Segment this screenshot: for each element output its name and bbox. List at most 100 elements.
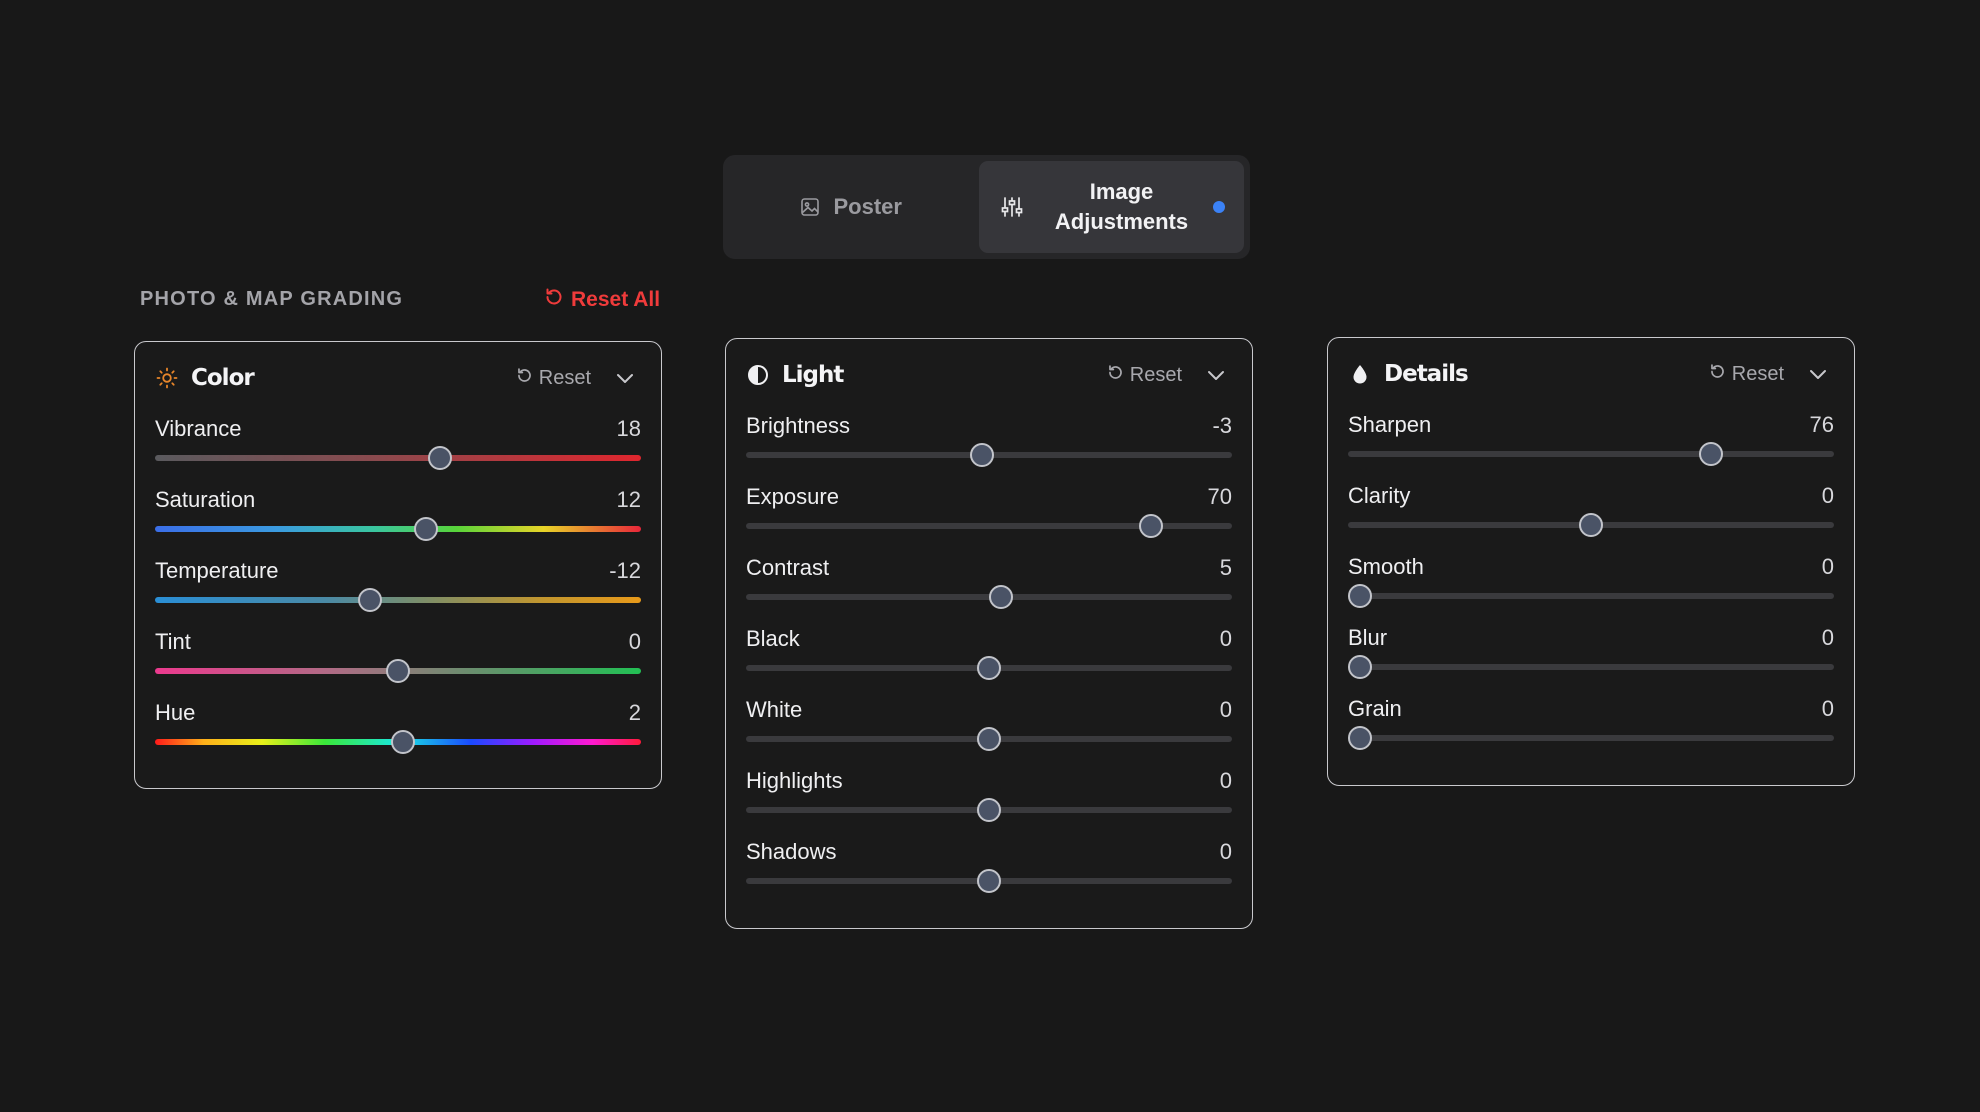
- slider-clarity: Clarity 0: [1348, 481, 1834, 552]
- slider-thumb-saturation[interactable]: [413, 517, 438, 541]
- slider-blur: Blur 0: [1348, 623, 1834, 694]
- color-reset-button[interactable]: Reset: [516, 367, 591, 390]
- slider-thumb-clarity[interactable]: [1579, 513, 1603, 537]
- color-panel-title: Color: [191, 365, 255, 391]
- slider-track-vibrance[interactable]: [155, 446, 641, 470]
- slider-header: Shadows 0: [746, 837, 1232, 867]
- tab-poster-label: Poster: [833, 194, 902, 219]
- slider-track-tint[interactable]: [155, 659, 641, 683]
- chevron-down-icon[interactable]: [615, 368, 635, 388]
- slider-thumb-blur[interactable]: [1348, 655, 1372, 679]
- slider-value: -3: [1212, 413, 1232, 438]
- slider-header: Black 0: [746, 624, 1232, 654]
- slider-thumb-highlights[interactable]: [977, 798, 1001, 822]
- slider-grain: Grain 0: [1348, 694, 1834, 765]
- reset-all-label: Reset All: [571, 288, 661, 311]
- slider-thumb-exposure[interactable]: [1138, 514, 1163, 538]
- slider-thumb-grain[interactable]: [1348, 726, 1372, 750]
- slider-track-smooth[interactable]: [1348, 584, 1834, 608]
- slider-value: 0: [1219, 768, 1232, 793]
- slider-track-white[interactable]: [746, 727, 1232, 751]
- slider-thumb-white[interactable]: [977, 727, 1001, 751]
- slider-temperature: Temperature -12: [155, 556, 641, 627]
- slider-label: Clarity: [1348, 483, 1411, 508]
- slider-value: 5: [1219, 555, 1232, 580]
- slider-track-hue[interactable]: [155, 730, 641, 754]
- slider-header: Contrast 5: [746, 553, 1232, 583]
- slider-header: Temperature -12: [155, 556, 641, 586]
- details-panel: Details Reset Sharpen 76 Clarity 0 Smooth 0 Bl…: [1327, 337, 1855, 786]
- mode-tabs: Poster Image Adjustments: [723, 155, 1250, 259]
- slider-header: Saturation 12: [155, 485, 641, 515]
- slider-track-temperature[interactable]: [155, 588, 641, 612]
- slider-thumb-smooth[interactable]: [1348, 584, 1372, 608]
- light-reset-button[interactable]: Reset: [1107, 364, 1182, 387]
- slider-value: 0: [1821, 696, 1834, 721]
- light-reset-label: Reset: [1129, 363, 1182, 386]
- slider-thumb-hue[interactable]: [390, 730, 415, 754]
- slider-track-highlights[interactable]: [746, 798, 1232, 822]
- slider-thumb-black[interactable]: [977, 656, 1001, 680]
- light-sliders: Brightness -3 Exposure 70 Contrast 5 Black 0 Whi…: [746, 411, 1232, 908]
- slider-track-sharpen[interactable]: [1348, 442, 1834, 466]
- slider-value: 70: [1207, 484, 1232, 509]
- reset-all-button[interactable]: Reset All: [544, 287, 660, 313]
- slider-thumb-contrast[interactable]: [988, 585, 1013, 609]
- light-panel-header: Light Reset: [746, 339, 1232, 411]
- slider-value: 76: [1809, 412, 1834, 437]
- slider-header: Vibrance 18: [155, 414, 641, 444]
- slider-thumb-brightness[interactable]: [970, 443, 995, 467]
- slider-label: Hue: [155, 700, 196, 725]
- sliders-icon: [1001, 196, 1023, 218]
- slider-value: 18: [616, 416, 641, 441]
- active-indicator-dot: [1213, 201, 1225, 213]
- slider-sharpen: Sharpen 76: [1348, 410, 1834, 481]
- tab-image-adjustments[interactable]: Image Adjustments: [978, 161, 1244, 253]
- slider-header: Grain 0: [1348, 694, 1834, 724]
- light-panel-title: Light: [782, 362, 844, 388]
- slider-thumb-vibrance[interactable]: [427, 446, 452, 470]
- slider-value: 2: [628, 700, 641, 725]
- slider-thumb-sharpen[interactable]: [1699, 442, 1724, 466]
- slider-track-shadows[interactable]: [746, 869, 1232, 893]
- slider-thumb-shadows[interactable]: [977, 869, 1001, 893]
- slider-header: Smooth 0: [1348, 552, 1834, 582]
- slider-label: Tint: [155, 629, 191, 654]
- sun-icon: [155, 366, 179, 390]
- slider-label: Shadows: [746, 839, 837, 864]
- details-reset-button[interactable]: Reset: [1709, 363, 1784, 386]
- slider-tint: Tint 0: [155, 627, 641, 698]
- slider-label: Highlights: [746, 768, 843, 793]
- slider-track-black[interactable]: [746, 656, 1232, 680]
- image-icon: [800, 197, 820, 217]
- slider-label: Brightness: [746, 413, 850, 438]
- slider-header: Exposure 70: [746, 482, 1232, 512]
- slider-value: 0: [1219, 839, 1232, 864]
- slider-track-grain[interactable]: [1348, 726, 1834, 750]
- slider-thumb-tint[interactable]: [386, 659, 410, 683]
- slider-contrast: Contrast 5: [746, 553, 1232, 624]
- slider-track-blur[interactable]: [1348, 655, 1834, 679]
- tab-poster[interactable]: Poster: [729, 161, 973, 253]
- slider-value: 12: [616, 487, 641, 512]
- slider-exposure: Exposure 70: [746, 482, 1232, 553]
- chevron-down-icon[interactable]: [1206, 365, 1226, 385]
- slider-thumb-temperature[interactable]: [358, 588, 383, 612]
- chevron-down-icon[interactable]: [1808, 364, 1828, 384]
- slider-value: 0: [1821, 625, 1834, 650]
- slider-header: Highlights 0: [746, 766, 1232, 796]
- section-title: PHOTO & MAP GRADING: [140, 288, 404, 310]
- slider-track-saturation[interactable]: [155, 517, 641, 541]
- slider-label: Black: [746, 626, 800, 651]
- slider-track-clarity[interactable]: [1348, 513, 1834, 537]
- slider-track-contrast[interactable]: [746, 585, 1232, 609]
- color-sliders: Vibrance 18 Saturation 12 Temperature -12 Tint…: [155, 414, 641, 769]
- slider-label: Grain: [1348, 696, 1402, 721]
- slider-track-brightness[interactable]: [746, 443, 1232, 467]
- slider-track-exposure[interactable]: [746, 514, 1232, 538]
- slider-label: White: [746, 697, 803, 722]
- details-panel-header: Details Reset: [1348, 338, 1834, 410]
- slider-saturation: Saturation 12: [155, 485, 641, 556]
- slider-hue: Hue 2: [155, 698, 641, 769]
- slider-value: 0: [628, 629, 641, 654]
